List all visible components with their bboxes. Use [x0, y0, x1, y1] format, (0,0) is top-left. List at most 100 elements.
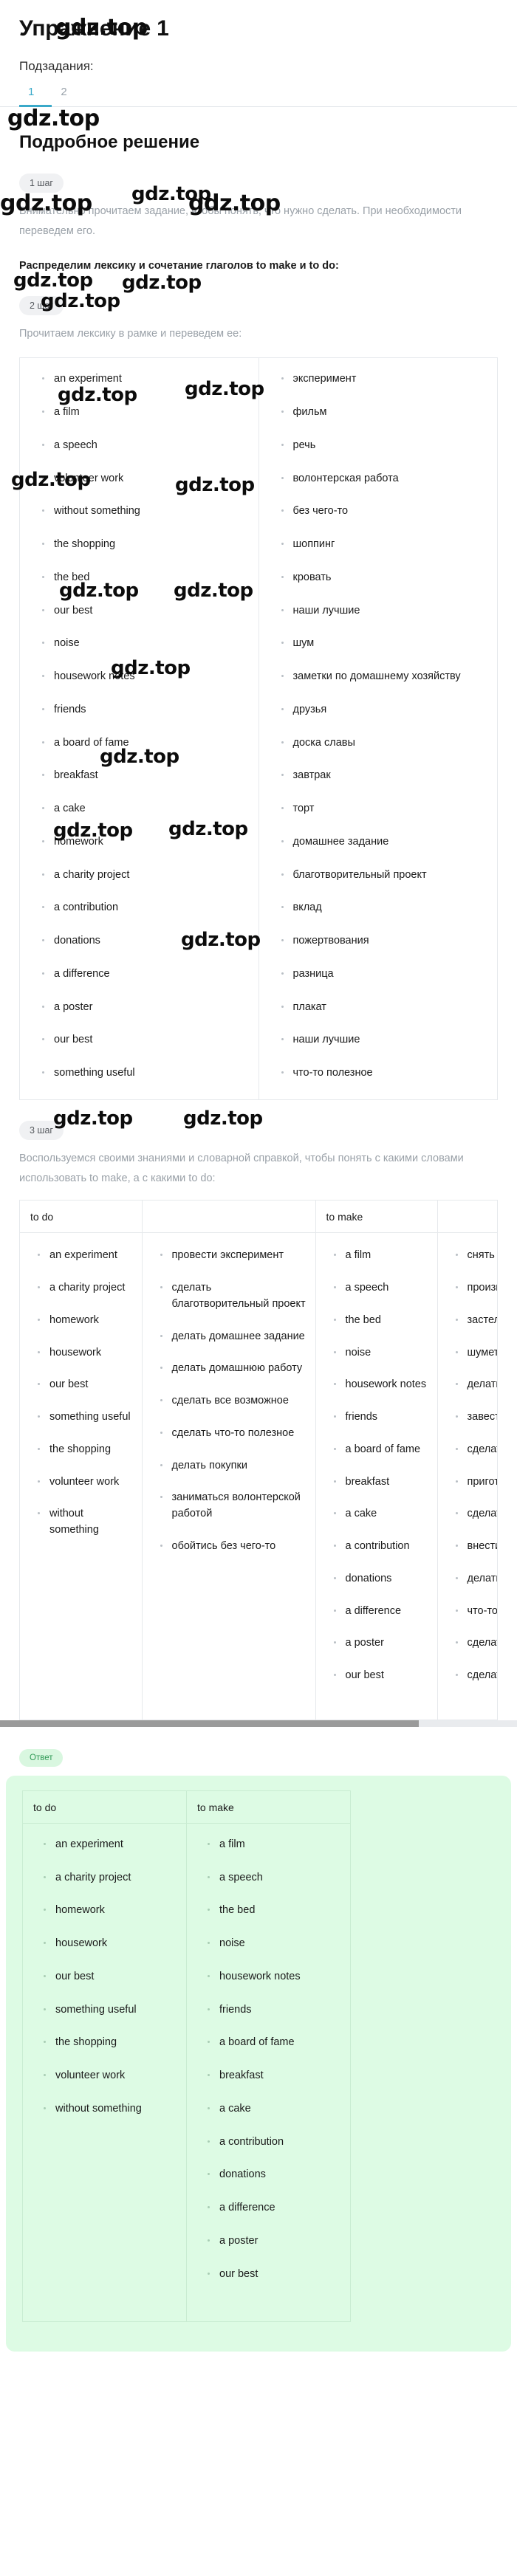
tab-subtask-2[interactable]: 2 [52, 81, 84, 107]
vocab-russian-cell: эксперимент фильм речь волонтерская работа б… [258, 357, 498, 1100]
horizontal-scrollbar-thumb[interactable] [0, 1720, 419, 1727]
list-item: friends [333, 1409, 431, 1426]
to-do-english-list: an experiment a charity project homework ho… [21, 1248, 140, 1539]
table-row: an experiment a charity project homework ho… [20, 1232, 497, 1720]
list-item: our best [38, 1377, 136, 1393]
to-do-en-cell: an experiment a charity project homework ho… [20, 1233, 142, 1720]
vocabulary-table-wrap: an experiment a film a speech volunteer wor… [0, 344, 517, 1100]
list-item: homework [44, 1903, 180, 1919]
solution-heading: Подробное решение [19, 132, 200, 152]
list-item: our best [42, 1032, 251, 1048]
list-item: a contribution [208, 2134, 344, 2151]
list-item: делать заметки по дому [455, 1377, 497, 1393]
to-make-ru-cell: снять фильм произнести речь застелить пост… [436, 1232, 497, 1720]
list-item: something useful [44, 2002, 180, 2019]
list-item: кровать [281, 570, 490, 586]
step-badge-2: 2 шаг [19, 296, 64, 316]
list-item: что-то полезное [281, 1065, 490, 1082]
list-item: donations [333, 1571, 431, 1587]
table-header-row: to do to make [22, 1790, 351, 1824]
page-title: Упражнение 1 [19, 16, 169, 41]
list-item: a charity project [44, 1870, 180, 1886]
step-1-task-text: Распределим лексику и сочетание глаголов… [19, 259, 339, 272]
step3-table: to do to make an experiment a charity pro… [20, 1201, 497, 1720]
list-item: a poster [333, 1635, 431, 1652]
step-badge-3: 3 шаг [19, 1120, 64, 1140]
to-make-en-cell: a film a speech the bed noise housework note… [315, 1232, 437, 1720]
step3-scroll-area[interactable]: to do to make an experiment a charity pro… [19, 1200, 498, 1720]
list-item: donations [208, 2167, 344, 2183]
list-item: фильм [281, 405, 490, 421]
list-item: a cake [42, 801, 251, 817]
list-item: a difference [333, 1604, 431, 1620]
watermark-text: gdz.top [183, 1107, 263, 1130]
col-header-to-do-translation [141, 1201, 315, 1234]
list-item: домашнее задание [281, 834, 490, 851]
step-2-text: Прочитаем лексику в рамке и переведем ее… [19, 328, 242, 340]
list-item: друзья [281, 702, 490, 718]
list-item: a poster [208, 2233, 344, 2250]
list-item: a contribution [333, 1539, 431, 1555]
list-item: noise [208, 1936, 344, 1952]
list-item: a contribution [42, 900, 251, 916]
list-item: breakfast [333, 1474, 431, 1491]
list-item: a board of fame [333, 1442, 431, 1458]
to-make-english-list: a film a speech the bed noise housework note… [318, 1248, 436, 1684]
list-item: a speech [42, 438, 251, 454]
subtasks-label: Подзадания: [19, 59, 94, 73]
list-item: a film [42, 405, 251, 421]
list-item: a speech [208, 1870, 344, 1886]
list-item: without something [44, 2101, 180, 2118]
list-item: застелить постель [455, 1313, 497, 1329]
list-item: the bed [42, 570, 251, 586]
step-1-text: Внимательно прочитаем задание, чтобы пон… [19, 205, 462, 237]
answer-to-make-list: a film a speech the bed noise housework note… [188, 1837, 349, 2283]
list-item: friends [208, 2002, 344, 2019]
list-item: завтрак [281, 768, 490, 784]
answer-to-make-cell: a film a speech the bed noise housework note… [186, 1823, 351, 2322]
list-item: сделать все возможное [455, 1668, 497, 1684]
list-item: without something [42, 504, 251, 520]
list-item: шуметь [455, 1345, 497, 1361]
page-root: Упражнение 1 Подзадания: 1 2 Подробное р… [0, 0, 517, 2352]
list-item: сделать что-то полезное [160, 1426, 309, 1442]
list-item: приготовить завтрак [455, 1474, 497, 1491]
list-item: volunteer work [42, 471, 251, 487]
vocabulary-table: an experiment a film a speech volunteer wor… [19, 357, 498, 1100]
horizontal-scrollbar[interactable] [0, 1720, 517, 1727]
col-header-to-do: to do [20, 1201, 142, 1234]
subtask-tabs: 1 2 [0, 81, 517, 107]
list-item: the shopping [42, 537, 251, 553]
list-item: сделать торт [455, 1506, 497, 1522]
list-item: a charity project [38, 1280, 136, 1296]
tab-subtask-1[interactable]: 1 [19, 81, 52, 107]
answer-col-header-to-make: to make [186, 1790, 351, 1824]
list-item: our best [44, 1969, 180, 1985]
list-item: что-то изменить [455, 1604, 497, 1620]
list-item: a speech [333, 1280, 431, 1296]
list-item: снять фильм [455, 1248, 497, 1264]
list-item: something useful [38, 1409, 136, 1426]
list-item: volunteer work [38, 1474, 136, 1491]
to-do-russian-list: провести эксперимент сделать благотворите… [144, 1248, 314, 1554]
step-3-text: Воспользуемся своими знаниями и словарно… [19, 1152, 464, 1184]
list-item: заметки по домашнему хозяйству [281, 669, 490, 685]
list-item: торт [281, 801, 490, 817]
list-item: речь [281, 438, 490, 454]
list-item: делать пожертвования [455, 1571, 497, 1587]
list-item: noise [42, 636, 251, 652]
list-item: the shopping [44, 2035, 180, 2051]
list-item: произнести речь [455, 1280, 497, 1296]
list-item: разница [281, 966, 490, 983]
answer-panel: to do to make an experiment a charity pro… [6, 1775, 511, 2352]
vocab-russian-list: эксперимент фильм речь волонтерская работа б… [262, 371, 495, 1082]
list-item: a board of fame [208, 2035, 344, 2051]
list-item: шум [281, 636, 490, 652]
list-item: a cake [333, 1506, 431, 1522]
list-item: a difference [208, 2200, 344, 2216]
list-item: a difference [42, 966, 251, 983]
list-item: благотворительный проект [281, 868, 490, 884]
list-item: a poster [42, 1000, 251, 1016]
list-item: сделать благотворительный проект [160, 1280, 309, 1313]
list-item: наши лучшие [281, 603, 490, 619]
